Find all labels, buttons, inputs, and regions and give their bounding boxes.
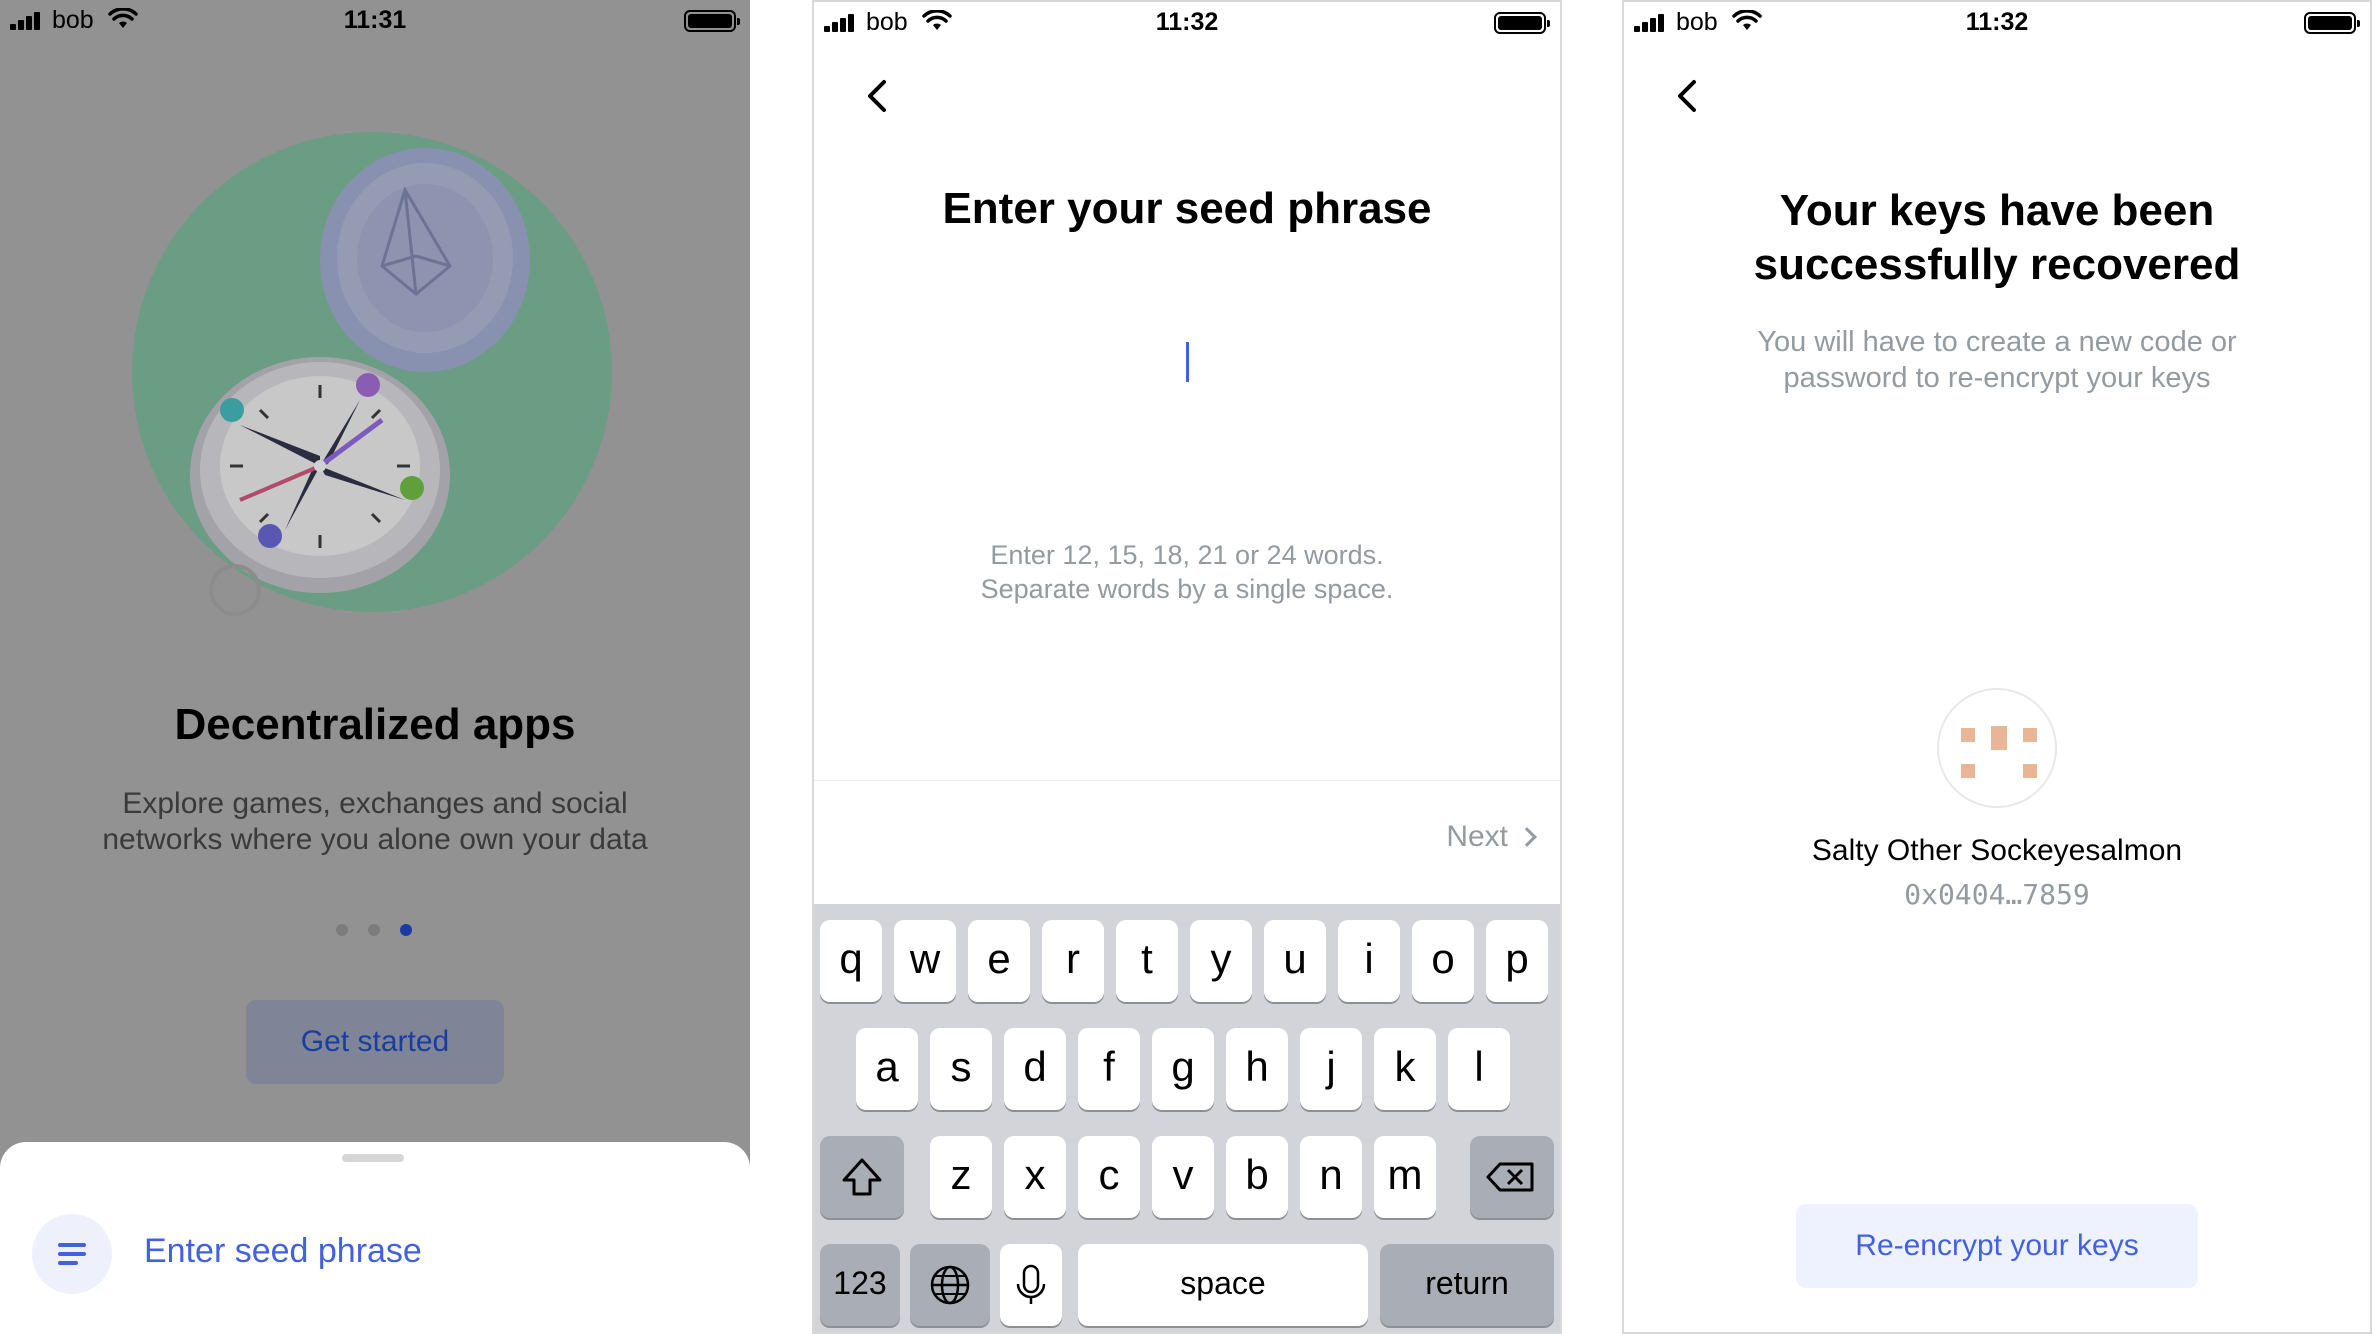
enter-seed-phrase-option[interactable]: Enter seed phrase [144,1232,422,1271]
key-g[interactable]: g [1152,1028,1214,1110]
welcome-screen: bob 11:31 Decentralized apps Explore gam… [0,0,750,1334]
status-bar: bob 11:32 [814,2,1560,42]
key-z[interactable]: z [930,1136,992,1218]
globe-key[interactable] [910,1244,990,1326]
recovered-screen: bob 11:32 Your keys have been successful… [1622,0,2372,1334]
shift-key[interactable] [820,1136,904,1218]
page-title: Your keys have been successfully recover… [1753,186,2241,289]
return-key[interactable]: return [1380,1244,1554,1326]
key-u[interactable]: u [1264,920,1326,1002]
key-k[interactable]: k [1374,1028,1436,1110]
next-button[interactable]: Next [1446,820,1537,854]
account-address: 0x0404…7859 [1904,878,2090,911]
re-encrypt-keys-button[interactable]: Re-encrypt your keys [1796,1204,2198,1288]
battery-icon [2304,12,2360,34]
dictation-key[interactable] [1000,1244,1062,1326]
key-x[interactable]: x [1004,1136,1066,1218]
keyboard: q w e r t y u i o p a s d f g h j k l z … [814,904,1560,1332]
key-a[interactable]: a [856,1028,918,1110]
key-d[interactable]: d [1004,1028,1066,1110]
key-n[interactable]: n [1300,1136,1362,1218]
key-p[interactable]: p [1486,920,1548,1002]
seed-phrase-input[interactable] [1186,342,1189,382]
globe-icon [930,1265,970,1305]
pager-dot[interactable] [368,924,380,936]
key-o[interactable]: o [1412,920,1474,1002]
pager-dot[interactable] [336,924,348,936]
status-time: 11:32 [1965,8,2029,36]
list-icon[interactable] [32,1214,112,1294]
compass-illustration [132,132,612,616]
key-w[interactable]: w [894,920,956,1002]
key-i[interactable]: i [1338,920,1400,1002]
bottom-sheet: Enter seed phrase [0,1142,750,1334]
key-j[interactable]: j [1300,1028,1362,1110]
hint-line: Separate words by a single space. [980,574,1394,604]
key-r[interactable]: r [1042,920,1104,1002]
battery-icon [1494,12,1550,34]
key-v[interactable]: v [1152,1136,1214,1218]
chevron-right-icon [1517,827,1537,847]
space-key[interactable]: space [1078,1244,1368,1326]
numbers-key[interactable]: 123 [820,1244,900,1326]
key-h[interactable]: h [1226,1028,1288,1110]
status-bar: bob 11:32 [1624,2,2370,42]
page-title: Decentralized apps [174,700,576,749]
key-l[interactable]: l [1448,1028,1510,1110]
seed-phrase-hint: Enter 12, 15, 18, 21 or 24 words. Separa… [814,538,1560,606]
key-s[interactable]: s [930,1028,992,1110]
page-description: You will have to create a new code or pa… [1757,326,2237,394]
key-t[interactable]: t [1116,920,1178,1002]
get-started-button[interactable]: Get started [246,1000,504,1084]
avatar [1937,688,2057,808]
pager-dots [336,924,416,938]
shift-icon [842,1158,882,1196]
next-label: Next [1446,820,1508,853]
page-title: Enter your seed phrase [942,184,1432,233]
key-e[interactable]: e [968,920,1030,1002]
key-b[interactable]: b [1226,1136,1288,1218]
battery-icon [684,10,740,32]
status-bar: bob 11:31 [0,0,750,40]
hint-line: Enter 12, 15, 18, 21 or 24 words. [990,540,1384,570]
sheet-handle[interactable] [342,1154,404,1162]
back-arrow-icon[interactable] [1666,74,1710,118]
account-name: Salty Other Sockeyesalmon [1811,834,2183,867]
divider [814,780,1560,781]
status-time: 11:32 [1155,8,1219,36]
key-y[interactable]: y [1190,920,1252,1002]
backspace-icon [1486,1162,1534,1192]
key-q[interactable]: q [820,920,882,1002]
key-c[interactable]: c [1078,1136,1140,1218]
key-f[interactable]: f [1078,1028,1140,1110]
status-time: 11:31 [343,6,407,34]
page-description: Explore games, exchanges and social netw… [102,787,648,856]
back-arrow-icon[interactable] [856,74,900,118]
delete-key[interactable] [1470,1136,1554,1218]
microphone-icon [1016,1264,1046,1304]
pager-dot-active[interactable] [400,924,412,936]
key-m[interactable]: m [1374,1136,1436,1218]
seed-phrase-screen: bob 11:32 Enter your seed phrase Enter 1… [812,0,1562,1334]
